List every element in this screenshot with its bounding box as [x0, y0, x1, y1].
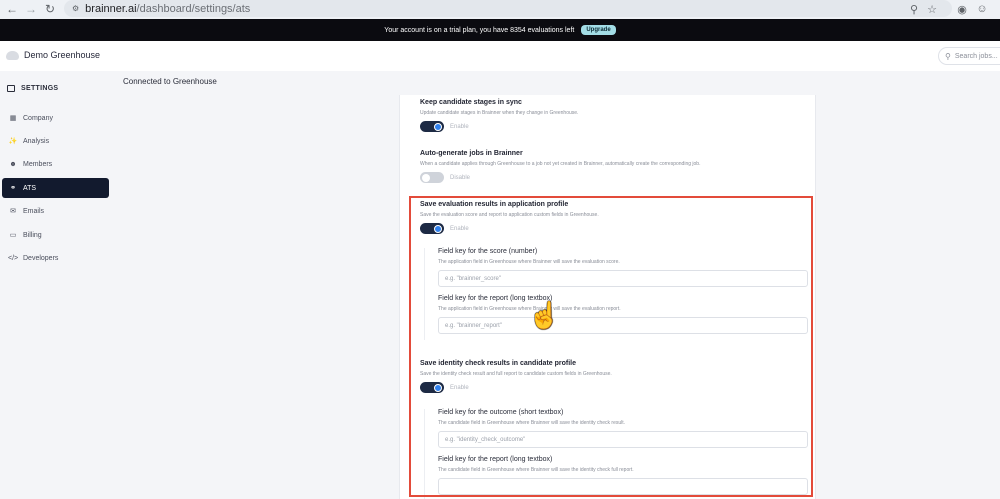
section-desc: Update candidate stages in Brainner when…: [420, 110, 579, 116]
field-title: Field key for the report (long textbox): [438, 456, 553, 463]
save-identity-check-section: Save identity check results in candidate…: [420, 360, 810, 393]
auto-generate-toggle[interactable]: [420, 172, 444, 183]
field-desc: The candidate field in Greenhouse where …: [438, 467, 634, 473]
settings-panel: Keep candidate stages in sync Update can…: [115, 91, 1000, 499]
url-path: /dashboard/settings/ats: [136, 2, 251, 15]
site-info-icon[interactable]: ⚙: [72, 4, 79, 13]
toggle-knob: [434, 383, 442, 392]
identity-report-field: Field key for the report (long textbox) …: [438, 456, 808, 495]
code-icon: </>: [8, 254, 19, 262]
sidebar-panel-icon: [7, 85, 15, 92]
forward-arrow-icon[interactable]: →: [22, 0, 40, 18]
auto-generate-jobs-section: Auto-generate jobs in Brainner When a ca…: [420, 150, 810, 183]
toggle-label: Disable: [450, 174, 471, 181]
report-field-key-input[interactable]: e.g. "brainner_report": [438, 317, 808, 334]
field-desc: The candidate field in Greenhouse where …: [438, 420, 626, 426]
toggle-knob: [434, 224, 442, 233]
field-title: Field key for the score (number): [438, 248, 538, 255]
toggle-label: Enable: [450, 384, 469, 391]
toggle-knob: [434, 122, 442, 131]
settings-title-label: SETTINGS: [21, 85, 59, 92]
trial-banner-text: Your account is on a trial plan, you hav…: [384, 26, 575, 34]
sidebar-item-ats[interactable]: ⚭ ATS: [2, 178, 109, 198]
sidebar-item-company[interactable]: ▦ Company: [2, 108, 109, 128]
section-desc: When a candidate applies through Greenho…: [420, 161, 701, 167]
reload-icon[interactable]: ↻: [41, 0, 59, 18]
sidebar-item-label: Members: [23, 160, 53, 168]
section-title: Save evaluation results in application p…: [420, 201, 569, 208]
page: ← → ↻ ⚙ brainner.ai/dashboard/settings/a…: [0, 0, 1000, 499]
save-identity-toggle[interactable]: [420, 382, 444, 393]
outcome-field: Field key for the outcome (short textbox…: [438, 409, 808, 448]
browser-toolbar: ← → ↻ ⚙ brainner.ai/dashboard/settings/a…: [0, 0, 1000, 19]
upgrade-button[interactable]: Upgrade: [581, 25, 616, 35]
building-icon: ▦: [9, 115, 17, 122]
save-evaluation-toggle-row: Enable: [420, 223, 810, 234]
section-title: Save identity check results in candidate…: [420, 360, 576, 367]
sidebar-item-label: Developers: [23, 254, 59, 262]
analysis-icon: ✨: [8, 138, 18, 145]
report-field: Field key for the report (long textbox) …: [438, 295, 808, 334]
mail-icon: ✉: [10, 208, 16, 215]
sidebar-item-label: Emails: [23, 207, 45, 215]
cloud-logo-icon: [6, 50, 19, 60]
evaluation-fields-group: Field key for the score (number) The app…: [424, 248, 808, 340]
save-evaluation-section: Save evaluation results in application p…: [420, 201, 810, 234]
sidebar-item-label: Billing: [23, 231, 42, 239]
search-placeholder: Search jobs...: [954, 52, 998, 60]
sidebar-item-emails[interactable]: ✉ Emails: [2, 201, 109, 221]
sidebar-item-label: Analysis: [23, 137, 50, 145]
address-bar[interactable]: ⚙ brainner.ai/dashboard/settings/ats: [64, 0, 952, 17]
field-desc: The application field in Greenhouse wher…: [438, 259, 620, 265]
top-header: Demo Greenhouse ⚲ Search jobs...: [0, 41, 1000, 71]
bookmark-star-icon[interactable]: ☆: [924, 1, 940, 17]
auto-generate-toggle-row: Disable: [420, 172, 810, 183]
settings-sidebar: SETTINGS ▦ Company ✨ Analysis ☻ Members …: [0, 71, 115, 499]
sync-stages-toggle-row: Enable: [420, 121, 810, 132]
search-icon: ⚲: [945, 51, 951, 61]
page-title: Connected to Greenhouse: [115, 71, 1000, 91]
hand-pointer-cursor-icon: ☝: [528, 300, 561, 330]
section-desc: Save the evaluation score and report to …: [420, 212, 599, 218]
settings-title: SETTINGS: [7, 85, 58, 92]
identity-fields-group: Field key for the outcome (short textbox…: [424, 409, 808, 499]
toggle-label: Enable: [450, 123, 469, 130]
members-icon: ☻: [9, 160, 17, 168]
section-desc: Save the identity check result and full …: [420, 371, 612, 377]
extension-icon[interactable]: ◉: [954, 1, 970, 17]
sync-stages-toggle[interactable]: [420, 121, 444, 132]
plug-icon: ⚭: [10, 185, 16, 192]
score-field-key-input[interactable]: e.g. "brainner_score": [438, 270, 808, 287]
outcome-field-key-input[interactable]: e.g. "identity_check_outcome": [438, 431, 808, 448]
field-title: Field key for the report (long textbox): [438, 295, 553, 302]
profile-icon[interactable]: ☺: [974, 1, 990, 17]
back-arrow-icon[interactable]: ←: [3, 0, 21, 18]
org-switcher[interactable]: Demo Greenhouse: [6, 50, 100, 60]
sidebar-item-analysis[interactable]: ✨ Analysis: [2, 131, 109, 151]
save-evaluation-toggle[interactable]: [420, 223, 444, 234]
toggle-label: Enable: [450, 225, 469, 232]
card-icon: ▭: [9, 232, 17, 239]
field-title: Field key for the outcome (short textbox…: [438, 409, 564, 416]
toggle-knob: [422, 173, 430, 182]
section-title: Keep candidate stages in sync: [420, 99, 522, 106]
zoom-icon[interactable]: ⚲: [906, 1, 922, 17]
section-title: Auto-generate jobs in Brainner: [420, 150, 523, 157]
org-name: Demo Greenhouse: [24, 50, 101, 60]
sidebar-item-billing[interactable]: ▭ Billing: [2, 225, 109, 245]
sidebar-item-label: ATS: [23, 184, 37, 192]
trial-banner: Your account is on a trial plan, you hav…: [0, 19, 1000, 41]
sidebar-item-developers[interactable]: </> Developers: [2, 248, 109, 268]
save-identity-toggle-row: Enable: [420, 382, 810, 393]
sidebar-item-members[interactable]: ☻ Members: [2, 154, 109, 174]
search-jobs-input[interactable]: ⚲ Search jobs...: [938, 47, 1000, 65]
field-desc: The application field in Greenhouse wher…: [438, 306, 621, 312]
ats-settings-card: Keep candidate stages in sync Update can…: [399, 95, 816, 499]
sync-stages-section: Keep candidate stages in sync Update can…: [420, 99, 810, 132]
score-field: Field key for the score (number) The app…: [438, 248, 808, 287]
sidebar-item-label: Company: [23, 114, 53, 122]
url-host: brainner.ai: [85, 2, 137, 15]
page-title-text: Connected to Greenhouse: [123, 76, 217, 86]
identity-report-field-key-input[interactable]: [438, 478, 808, 495]
